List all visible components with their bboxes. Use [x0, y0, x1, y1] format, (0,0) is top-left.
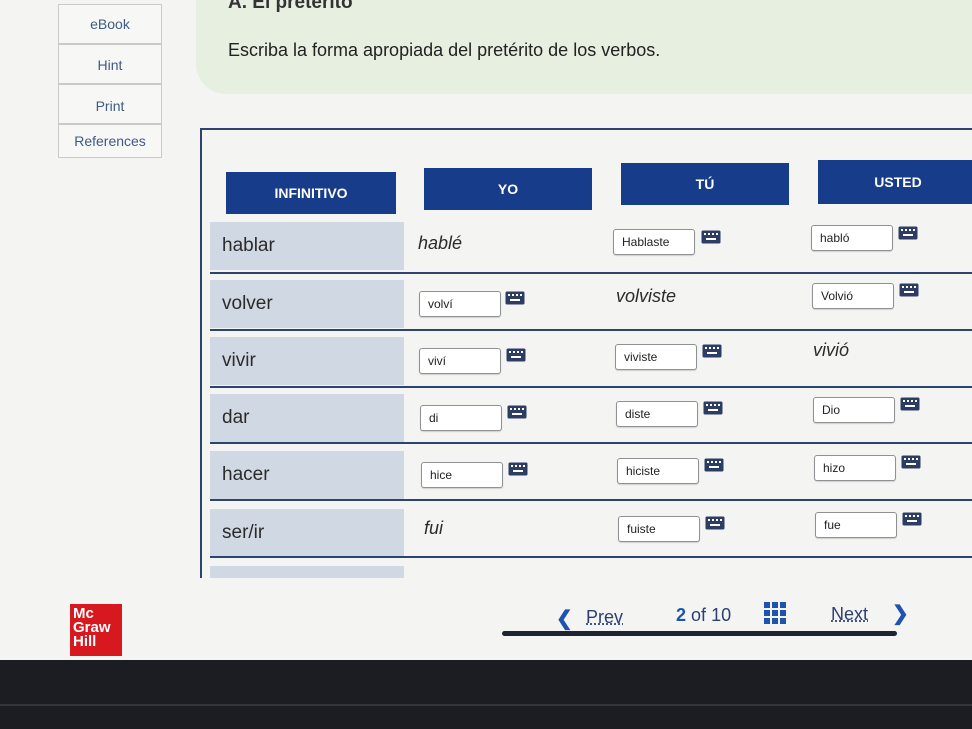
answer-field-tu[interactable]: Hablaste	[613, 229, 695, 255]
answer-field-yo[interactable]: volví	[419, 291, 501, 317]
answer-field-usted[interactable]: hizo	[814, 455, 896, 481]
total-pages: 10	[711, 605, 732, 625]
section-title: A. El pretérito	[228, 0, 353, 13]
answer-field-tu[interactable]: viviste	[615, 344, 697, 370]
assignment-page: eBook Hint Print References A. El pretér…	[0, 0, 972, 668]
keyboard-icon[interactable]	[702, 344, 722, 358]
keyboard-icon[interactable]	[704, 458, 724, 472]
infinitive-cell: hacer	[210, 451, 404, 499]
keyboard-icon[interactable]	[899, 283, 919, 297]
keyboard-icon[interactable]	[508, 462, 528, 476]
mcgraw-hill-logo: Mc Graw Hill	[70, 604, 122, 656]
keyboard-icon[interactable]	[507, 405, 527, 419]
references-button[interactable]: References	[58, 124, 162, 158]
keyboard-icon[interactable]	[703, 401, 723, 415]
row-divider	[210, 272, 972, 274]
given-form-tu: volviste	[616, 286, 677, 306]
keyboard-icon[interactable]	[505, 291, 525, 305]
infinitive-cell: ser/ir	[210, 509, 404, 557]
answer-field-usted[interactable]: fue	[815, 512, 897, 538]
prev-button[interactable]: Prev	[586, 607, 623, 628]
given-form-yo: fui	[424, 518, 444, 538]
row-divider	[210, 499, 972, 501]
answer-field-yo[interactable]: viví	[419, 348, 501, 374]
keyboard-icon[interactable]	[898, 226, 918, 240]
column-header-usted: USTED	[818, 160, 972, 204]
footer-bar	[0, 578, 972, 668]
current-page: 2	[676, 605, 687, 625]
infinitive-cell: vivir	[210, 337, 404, 385]
answer-field-tu[interactable]: diste	[616, 401, 698, 427]
row-divider	[210, 386, 972, 388]
keyboard-icon[interactable]	[902, 512, 922, 526]
chevron-right-icon[interactable]: ❯	[892, 601, 909, 626]
print-button[interactable]: Print	[58, 84, 162, 124]
ebook-button[interactable]: eBook	[58, 4, 162, 44]
infinitive-cell: dar	[210, 394, 404, 442]
answer-field-yo[interactable]: hice	[421, 462, 503, 488]
horizontal-scrollbar[interactable]	[502, 631, 897, 636]
keyboard-icon[interactable]	[506, 348, 526, 362]
device-bezel	[0, 660, 972, 729]
infinitive-cell: hablar	[210, 222, 404, 270]
column-header-yo: YO	[424, 168, 592, 210]
chevron-left-icon[interactable]: ❮	[556, 606, 573, 631]
given-form-yo: hablé	[418, 233, 463, 253]
keyboard-icon[interactable]	[705, 516, 725, 530]
column-header-infinitivo: INFINITIVO	[226, 172, 396, 214]
keyboard-icon[interactable]	[901, 455, 921, 469]
bezel-edge	[0, 704, 972, 706]
hint-button[interactable]: Hint	[58, 44, 162, 84]
keyboard-icon[interactable]	[701, 230, 721, 244]
infinitive-cell: volver	[210, 280, 404, 328]
logo-line: Hill	[73, 633, 97, 650]
answer-field-usted[interactable]: habló	[811, 225, 893, 251]
of-label: of	[691, 605, 707, 625]
next-button[interactable]: Next	[831, 604, 868, 625]
answer-field-yo[interactable]: di	[420, 405, 502, 431]
row-divider	[210, 329, 972, 331]
grid-icon[interactable]	[763, 601, 787, 625]
given-form-usted: vivió	[813, 340, 850, 360]
keyboard-icon[interactable]	[900, 397, 920, 411]
instruction-text: Escriba la forma apropiada del pretérito…	[228, 40, 661, 60]
answer-field-tu[interactable]: hiciste	[617, 458, 699, 484]
answer-field-usted[interactable]: Volvió	[812, 283, 894, 309]
answer-field-usted[interactable]: Dio	[813, 397, 895, 423]
answer-field-tu[interactable]: fuiste	[618, 516, 700, 542]
column-header-tu: TÚ	[621, 163, 789, 205]
page-indicator: 2 of 10	[676, 605, 731, 626]
row-divider	[210, 556, 972, 558]
row-divider	[210, 442, 972, 444]
